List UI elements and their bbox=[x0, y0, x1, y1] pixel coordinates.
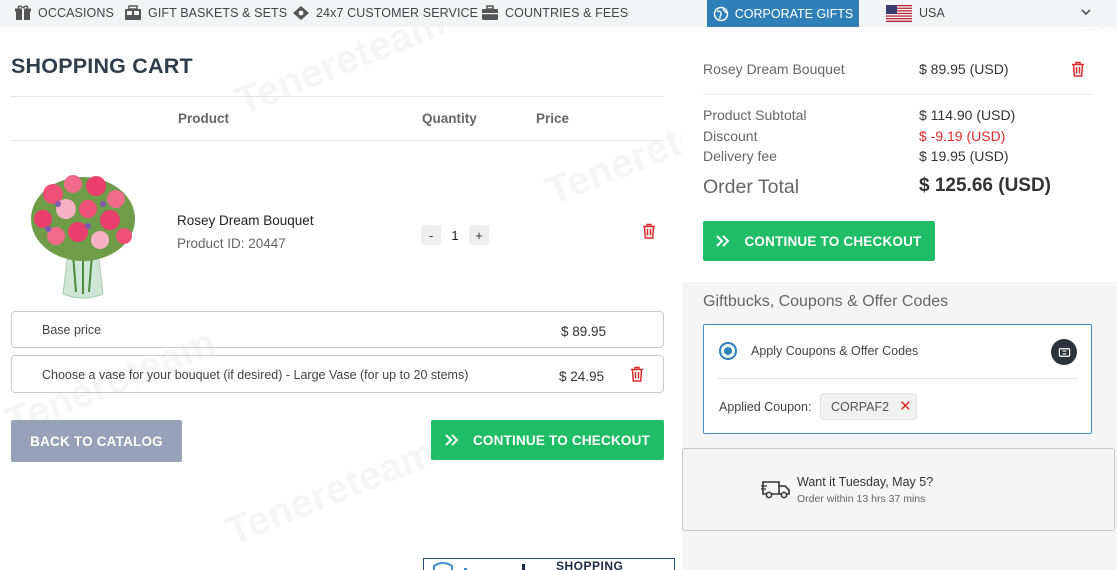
chevron-down-icon bbox=[1081, 9, 1091, 16]
checkout-label: CONTINUE TO CHECKOUT bbox=[744, 233, 922, 249]
coupon-box: Apply Coupons & Offer Codes Applied Coup… bbox=[703, 324, 1092, 434]
trash-icon[interactable] bbox=[630, 366, 644, 382]
delivery-headline: Want it Tuesday, May 5? bbox=[797, 475, 934, 489]
line-item-price: $ 89.95 bbox=[561, 324, 607, 339]
summary-item-price: $ 89.95 (USD) bbox=[919, 61, 1009, 77]
back-to-catalog-button[interactable]: BACK TO CATALOG bbox=[11, 420, 182, 462]
quantity-value[interactable]: 1 bbox=[447, 228, 463, 243]
apply-coupons-label[interactable]: Apply Coupons & Offer Codes bbox=[751, 344, 918, 358]
corporate-gifts-button[interactable]: CORPORATE GIFTS bbox=[707, 0, 859, 27]
delivery-truck-icon bbox=[761, 481, 790, 499]
trash-icon[interactable] bbox=[1071, 61, 1085, 77]
discount-label: Discount bbox=[703, 128, 758, 144]
us-flag-icon bbox=[886, 4, 912, 22]
nav-label: OCCASIONS bbox=[38, 6, 114, 20]
globe-icon bbox=[713, 6, 728, 21]
product-image[interactable] bbox=[28, 164, 138, 300]
delivery-fee-value: $ 19.95 (USD) bbox=[919, 148, 1009, 164]
line-item-price: $ 24.95 bbox=[559, 369, 605, 384]
product-id: Product ID: 20447 bbox=[177, 236, 286, 251]
discount-value: $ -9.19 (USD) bbox=[919, 128, 1006, 144]
nav-gift-baskets[interactable]: GIFT BASKETS & SETS bbox=[124, 5, 287, 21]
delivery-countdown: Order within 13 hrs 37 mins bbox=[797, 493, 926, 505]
column-header-quantity: Quantity bbox=[422, 111, 477, 126]
summary-checkout-button[interactable]: CONTINUE TO CHECKOUT bbox=[703, 221, 935, 261]
subtotal-value: $ 114.90 (USD) bbox=[919, 107, 1016, 123]
corporate-gifts-label: CORPORATE GIFTS bbox=[734, 6, 854, 21]
quantity-decrease-button[interactable]: - bbox=[421, 225, 441, 245]
line-item-label: Base price bbox=[42, 323, 102, 337]
quantity-stepper: - 1 + bbox=[421, 225, 489, 245]
product-name[interactable]: Rosey Dream Bouquet bbox=[177, 213, 314, 228]
checkout-label: CONTINUE TO CHECKOUT bbox=[472, 432, 650, 448]
order-total-label: Order Total bbox=[703, 176, 800, 198]
remove-coupon-icon[interactable]: ✕ bbox=[899, 399, 912, 414]
subtotal-label: Product Subtotal bbox=[703, 107, 807, 123]
shopping-banner[interactable]: SHOPPING bbox=[423, 558, 675, 570]
double-chevron-right-icon bbox=[445, 434, 459, 446]
coupon-ticket-icon[interactable] bbox=[1051, 339, 1077, 365]
line-item-vase: Choose a vase for your bouquet (if desir… bbox=[11, 355, 664, 393]
delivery-fee-label: Delivery fee bbox=[703, 148, 777, 164]
page-title: SHOPPING CART bbox=[11, 54, 193, 78]
column-header-product: Product bbox=[178, 111, 230, 126]
divider bbox=[11, 140, 664, 141]
gift-box-icon bbox=[15, 5, 31, 20]
continue-checkout-button[interactable]: CONTINUE TO CHECKOUT bbox=[431, 420, 664, 460]
applied-coupon-chip: CORPAF2 ✕ bbox=[820, 393, 917, 420]
divider bbox=[11, 96, 664, 97]
column-header-price: Price bbox=[536, 111, 570, 126]
order-total-value: $ 125.66 (USD) bbox=[919, 175, 1052, 196]
basket-icon bbox=[125, 5, 141, 20]
trash-icon[interactable] bbox=[642, 223, 656, 239]
briefcase-icon bbox=[482, 5, 498, 20]
divider bbox=[718, 378, 1078, 379]
divider bbox=[703, 94, 1093, 95]
banner-text: SHOPPING bbox=[556, 559, 624, 570]
applied-coupon-label: Applied Coupon: bbox=[719, 400, 812, 414]
nav-label: 24x7 CUSTOMER SERVICE bbox=[316, 6, 479, 20]
summary-item-name: Rosey Dream Bouquet bbox=[703, 61, 845, 77]
coupons-heading: Giftbucks, Coupons & Offer Codes bbox=[703, 293, 949, 310]
line-item-label: Choose a vase for your bouquet (if desir… bbox=[42, 368, 469, 382]
delivery-estimate: Want it Tuesday, May 5? Order within 13 … bbox=[682, 448, 1115, 531]
apply-coupons-radio[interactable] bbox=[719, 342, 737, 360]
nav-label: GIFT BASKETS & SETS bbox=[148, 6, 288, 20]
handshake-icon bbox=[293, 6, 309, 20]
top-navigation: OCCASIONS GIFT BASKETS & SETS 24x7 CUSTO… bbox=[0, 0, 1117, 27]
coupon-code: CORPAF2 bbox=[831, 399, 890, 414]
country-selector[interactable]: USA bbox=[886, 3, 1096, 23]
nav-countries-fees[interactable]: COUNTRIES & FEES bbox=[481, 5, 628, 21]
nav-customer-service[interactable]: 24x7 CUSTOMER SERVICE bbox=[292, 5, 478, 21]
line-item-base-price: Base price $ 89.95 bbox=[11, 311, 664, 348]
double-chevron-right-icon bbox=[716, 235, 730, 247]
country-label: USA bbox=[919, 6, 945, 20]
quantity-increase-button[interactable]: + bbox=[469, 225, 489, 245]
nav-occasions[interactable]: OCCASIONS bbox=[14, 5, 114, 21]
watermark: Tenereteam bbox=[220, 430, 442, 555]
nav-label: COUNTRIES & FEES bbox=[505, 6, 629, 20]
banner-logo-icon bbox=[433, 562, 525, 570]
